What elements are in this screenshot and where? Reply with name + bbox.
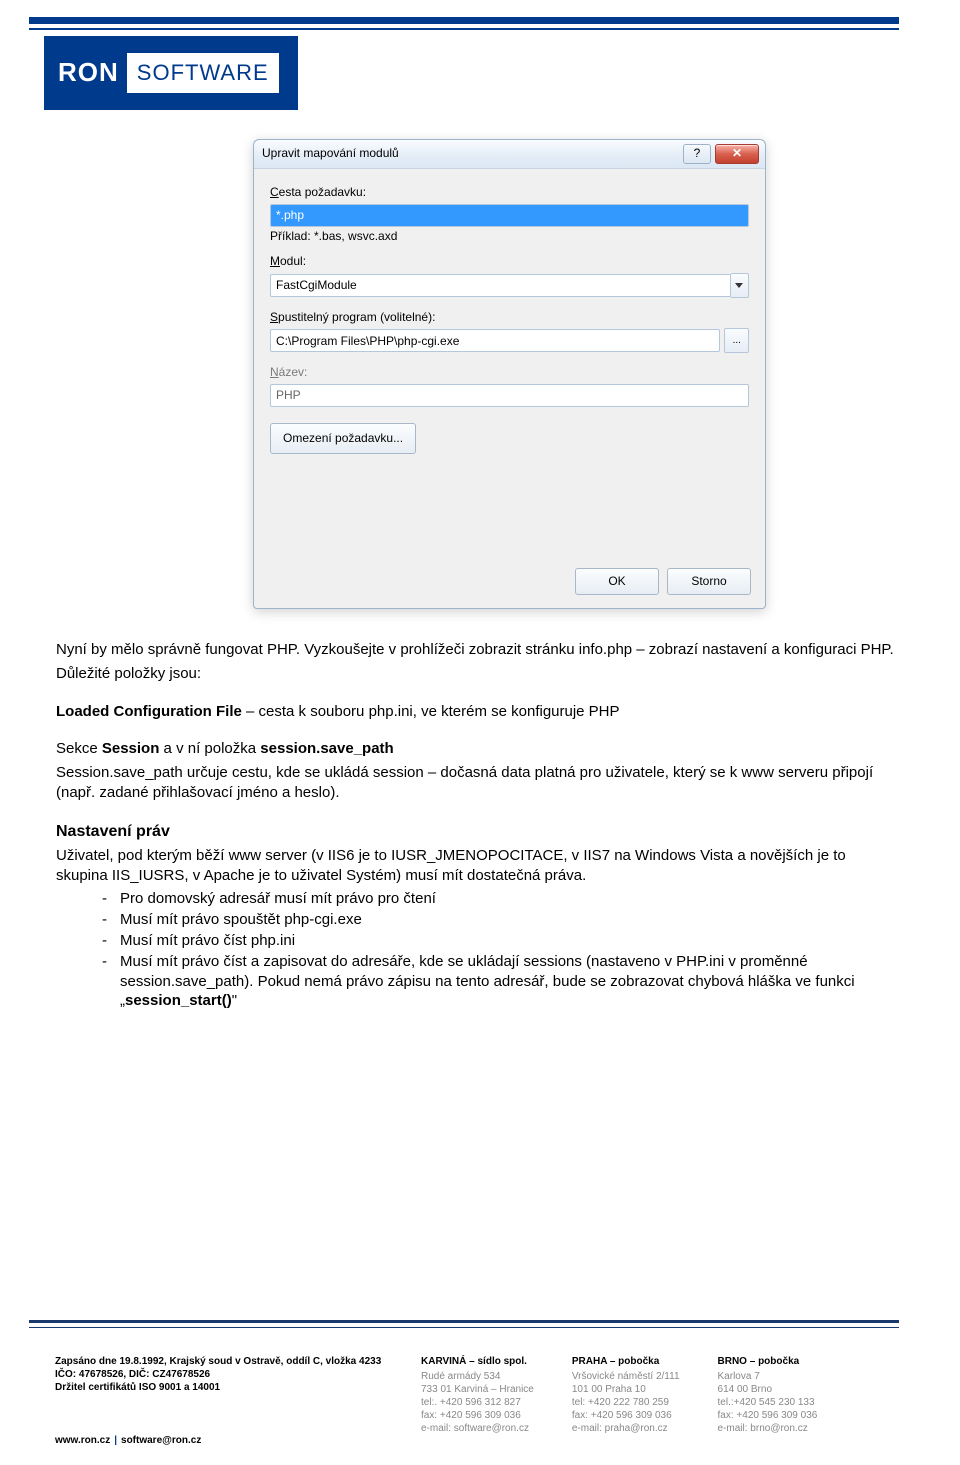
help-button[interactable]: ? xyxy=(683,144,711,164)
header-rule-thin xyxy=(29,28,899,30)
footer-line: tel.:+420 545 230 133 xyxy=(718,1396,818,1409)
footer-line: Vršovické náměstí 2/111 xyxy=(572,1370,680,1383)
paragraph: Sekce Session a v ní položka session.sav… xyxy=(56,739,900,759)
header-rule-thick xyxy=(29,17,899,24)
list-item: Pro domovský adresář musí mít právo pro … xyxy=(102,889,900,909)
footer-line: fax: +420 596 309 036 xyxy=(572,1409,680,1422)
footer-line: fax: +420 596 309 036 xyxy=(421,1409,534,1422)
footer-col-title: KARVINÁ – sídlo spol. xyxy=(421,1355,534,1368)
footer-registration: Zapsáno dne 19.8.1992, Krajský soud v Os… xyxy=(55,1355,395,1435)
footer-line: e-mail: brno@ron.cz xyxy=(718,1422,818,1435)
footer-col-brno: BRNO – pobočka Karlova 7 614 00 Brno tel… xyxy=(718,1355,818,1435)
logo-software-text: SOFTWARE xyxy=(127,53,279,94)
footer-line: Rudé armády 534 xyxy=(421,1370,534,1383)
footer-rule xyxy=(29,1320,899,1328)
paragraph: Nyní by mělo správně fungovat PHP. Vyzko… xyxy=(56,640,900,660)
embedded-screenshot: Upravit mapování modulů ? ✕ Cesta požada… xyxy=(253,139,764,607)
footer-line: 101 00 Praha 10 xyxy=(572,1383,680,1396)
request-path-input[interactable] xyxy=(270,204,749,227)
name-input xyxy=(270,384,749,407)
footer-col-title: PRAHA – pobočka xyxy=(572,1355,680,1368)
request-restrictions-button[interactable]: Omezení požadavku... xyxy=(270,423,416,454)
dialog-window: Upravit mapování modulů ? ✕ Cesta požada… xyxy=(253,139,766,609)
footer-line: tel:. +420 596 312 827 xyxy=(421,1396,534,1409)
close-button[interactable]: ✕ xyxy=(715,144,759,164)
module-dropdown-button[interactable] xyxy=(731,273,749,298)
list-item: Musí mít právo číst php.ini xyxy=(102,931,900,951)
paragraph: Loaded Configuration File – cesta k soub… xyxy=(56,702,900,722)
footer-line: fax: +420 596 309 036 xyxy=(718,1409,818,1422)
ellipsis-icon: ... xyxy=(733,334,741,347)
module-combo[interactable] xyxy=(270,273,749,298)
footer-line: tel: +420 222 780 259 xyxy=(572,1396,680,1409)
dialog-body: Cesta požadavku: Příklad: *.bas, wsvc.ax… xyxy=(254,169,765,609)
footer-line: IČO: 47678526, DIČ: CZ47678526 xyxy=(55,1368,395,1381)
list-item: Musí mít právo číst a zapisovat do adres… xyxy=(102,952,900,1011)
footer-line: 733 01 Karviná – Hranice xyxy=(421,1383,534,1396)
titlebar-buttons: ? ✕ xyxy=(683,144,759,164)
help-icon: ? xyxy=(694,146,701,162)
footer-email: software@ron.cz xyxy=(121,1435,201,1446)
separator-icon: | xyxy=(110,1435,121,1446)
logo: RON SOFTWARE xyxy=(44,36,298,110)
executable-row: ... xyxy=(270,328,749,353)
logo-ron-text: RON xyxy=(44,56,133,90)
paragraph: Uživatel, pod kterým běží www server (v … xyxy=(56,846,900,886)
window-title: Upravit mapování modulů xyxy=(262,146,683,162)
name-label: Název: xyxy=(270,365,749,381)
executable-input[interactable] xyxy=(270,329,720,352)
footer-line: 614 00 Brno xyxy=(718,1383,818,1396)
list-item: Musí mít právo spouštět php-cgi.exe xyxy=(102,910,900,930)
chevron-down-icon xyxy=(735,283,743,288)
footer-line: e-mail: software@ron.cz xyxy=(421,1422,534,1435)
footer-line: Zapsáno dne 19.8.1992, Krajský soud v Os… xyxy=(55,1355,395,1368)
footer-site: www.ron.cz|software@ron.cz xyxy=(55,1434,201,1447)
cancel-button[interactable]: Storno xyxy=(667,568,751,595)
section-heading: Nastavení práv xyxy=(56,821,900,842)
document-body: Nyní by mělo správně fungovat PHP. Vyzko… xyxy=(56,640,900,1013)
module-input[interactable] xyxy=(270,274,731,297)
executable-label: Spustitelný program (volitelné): xyxy=(270,310,749,326)
paragraph: Důležité položky jsou: xyxy=(56,664,900,684)
page: RON SOFTWARE Upravit mapování modulů ? ✕… xyxy=(0,0,960,1465)
footer-line: Karlova 7 xyxy=(718,1370,818,1383)
dialog-footer-buttons: OK Storno xyxy=(575,568,751,595)
footer-col-title: BRNO – pobočka xyxy=(718,1355,818,1368)
close-icon: ✕ xyxy=(732,146,742,162)
browse-button[interactable]: ... xyxy=(724,328,749,353)
ok-button[interactable]: OK xyxy=(575,568,659,595)
footer-col-praha: PRAHA – pobočka Vršovické náměstí 2/111 … xyxy=(572,1355,680,1435)
request-path-hint: Příklad: *.bas, wsvc.axd xyxy=(270,229,749,245)
titlebar: Upravit mapování modulů ? ✕ xyxy=(254,140,765,169)
footer-addresses: KARVINÁ – sídlo spol. Rudé armády 534 73… xyxy=(421,1355,899,1435)
footer-line: e-mail: praha@ron.cz xyxy=(572,1422,680,1435)
footer-url: www.ron.cz xyxy=(55,1435,110,1446)
rights-list: Pro domovský adresář musí mít právo pro … xyxy=(56,889,900,1011)
footer-line: Držitel certifikátů ISO 9001 a 14001 xyxy=(55,1381,395,1394)
paragraph: Session.save_path určuje cestu, kde se u… xyxy=(56,763,900,803)
footer-col-karvina: KARVINÁ – sídlo spol. Rudé armády 534 73… xyxy=(421,1355,534,1435)
module-label: Modul: xyxy=(270,254,749,270)
footer: Zapsáno dne 19.8.1992, Krajský soud v Os… xyxy=(55,1355,899,1435)
request-path-label: Cesta požadavku: xyxy=(270,185,749,201)
